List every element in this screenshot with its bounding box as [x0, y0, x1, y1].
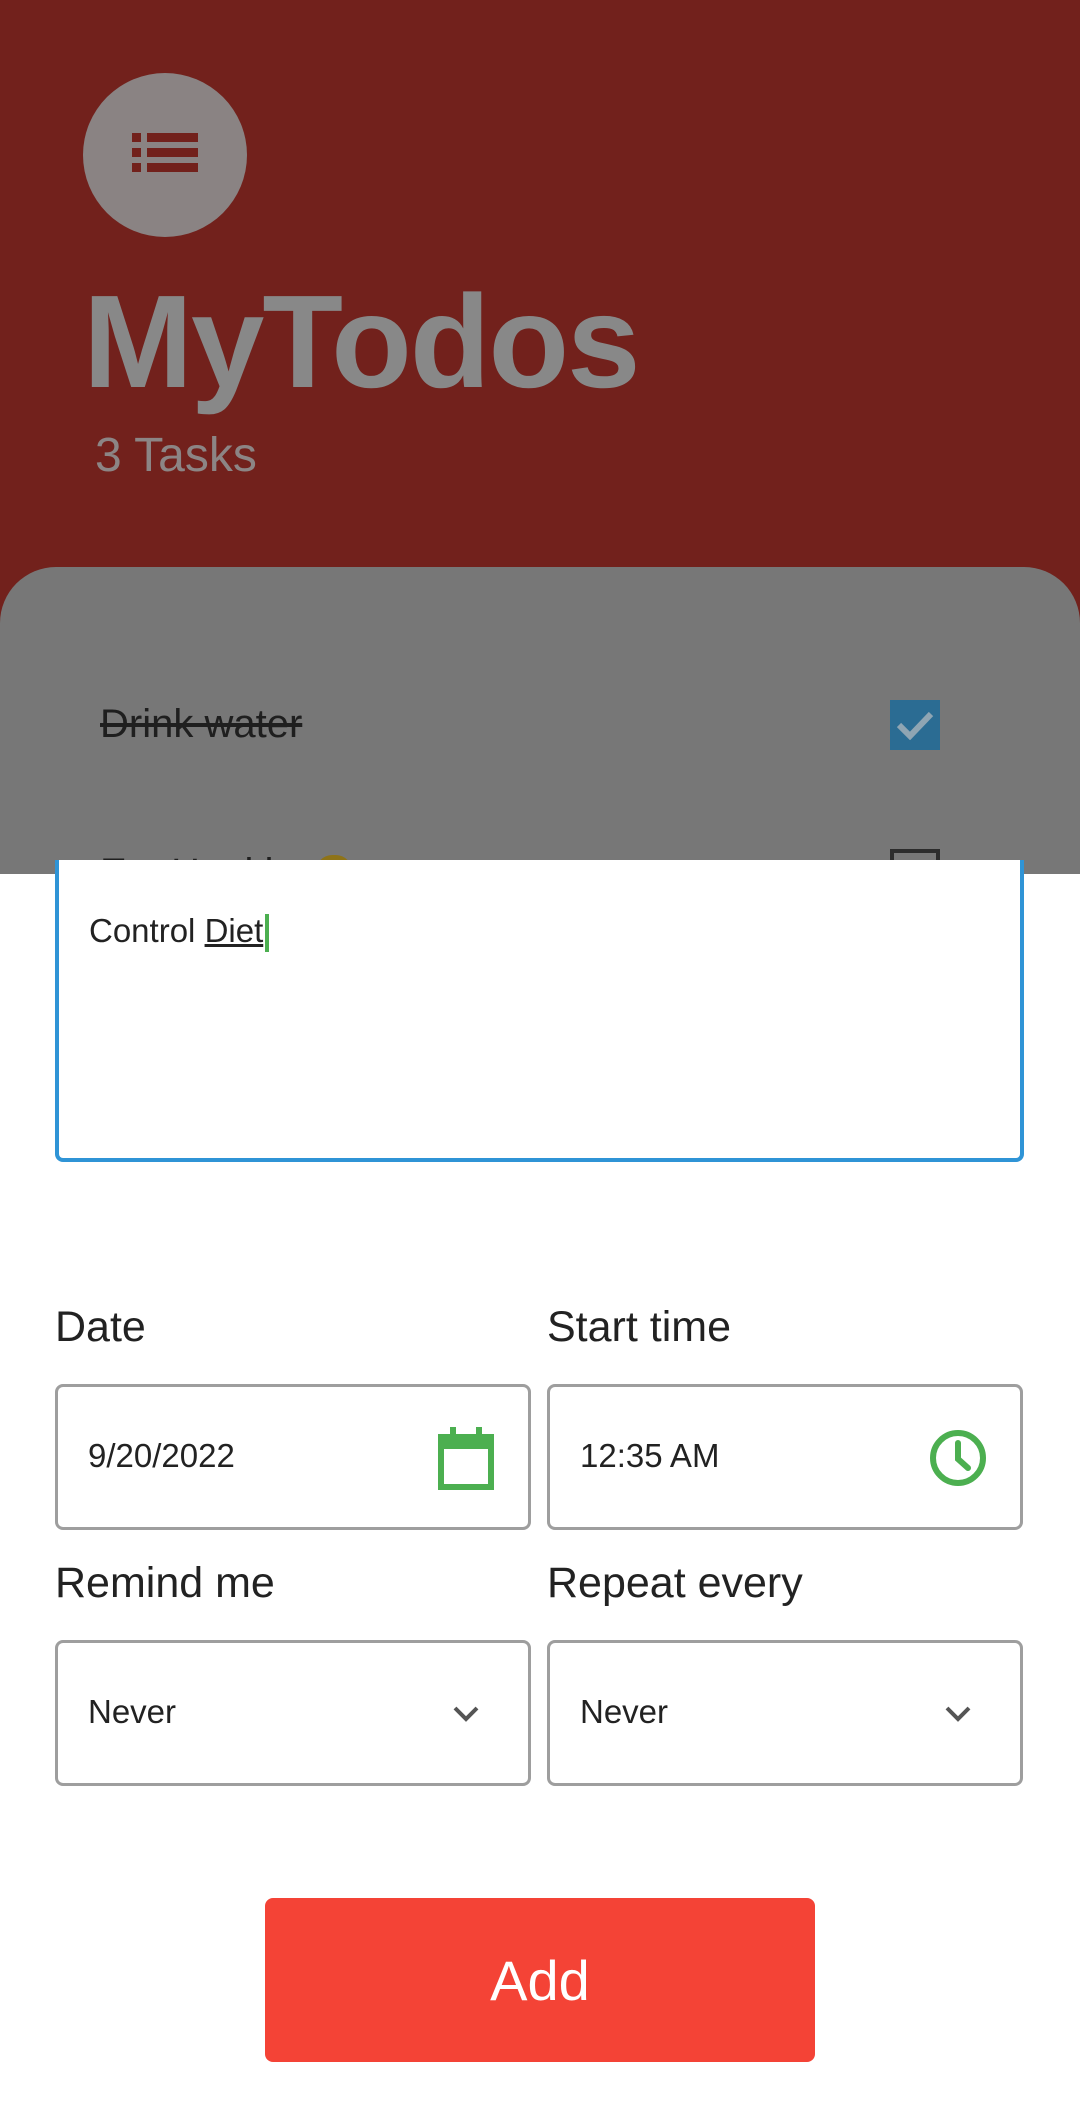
- repeat-every-select[interactable]: Never: [547, 1640, 1023, 1786]
- date-label: Date: [55, 1303, 146, 1351]
- start-time-label: Start time: [547, 1303, 731, 1351]
- chevron-down-icon: [434, 1681, 498, 1747]
- app-header: MyTodos 3 Tasks Drink water Eat Healthy: [0, 0, 1080, 874]
- todo-checkbox-checked[interactable]: [890, 700, 940, 750]
- add-button[interactable]: Add: [265, 1898, 815, 2062]
- remind-me-value: Never: [88, 1693, 177, 1730]
- text-cursor: [265, 914, 270, 953]
- date-field[interactable]: 9/20/2022: [55, 1384, 531, 1530]
- app-title: MyTodos: [83, 268, 641, 415]
- calendar-icon[interactable]: [434, 1425, 498, 1491]
- remind-me-select[interactable]: Never: [55, 1640, 531, 1786]
- todo-text: Drink water: [100, 702, 303, 746]
- task-count: 3 Tasks: [95, 429, 257, 482]
- task-description-text: Control Diet: [89, 912, 270, 953]
- start-time-field[interactable]: 12:35 AM: [547, 1384, 1023, 1530]
- remind-me-label: Remind me: [55, 1559, 275, 1607]
- start-time-value: 12:35 AM: [580, 1437, 720, 1474]
- todo-item[interactable]: Drink water: [100, 690, 980, 770]
- repeat-every-value: Never: [580, 1693, 669, 1730]
- task-description-input[interactable]: Control Diet: [55, 860, 1024, 1162]
- menu-button[interactable]: [83, 73, 247, 237]
- clock-icon[interactable]: [926, 1425, 990, 1491]
- repeat-every-label: Repeat every: [547, 1559, 803, 1607]
- date-value: 9/20/2022: [88, 1437, 235, 1474]
- todo-list: Drink water Eat Healthy: [0, 567, 1080, 874]
- chevron-down-icon: [926, 1681, 990, 1747]
- list-icon: [132, 132, 198, 178]
